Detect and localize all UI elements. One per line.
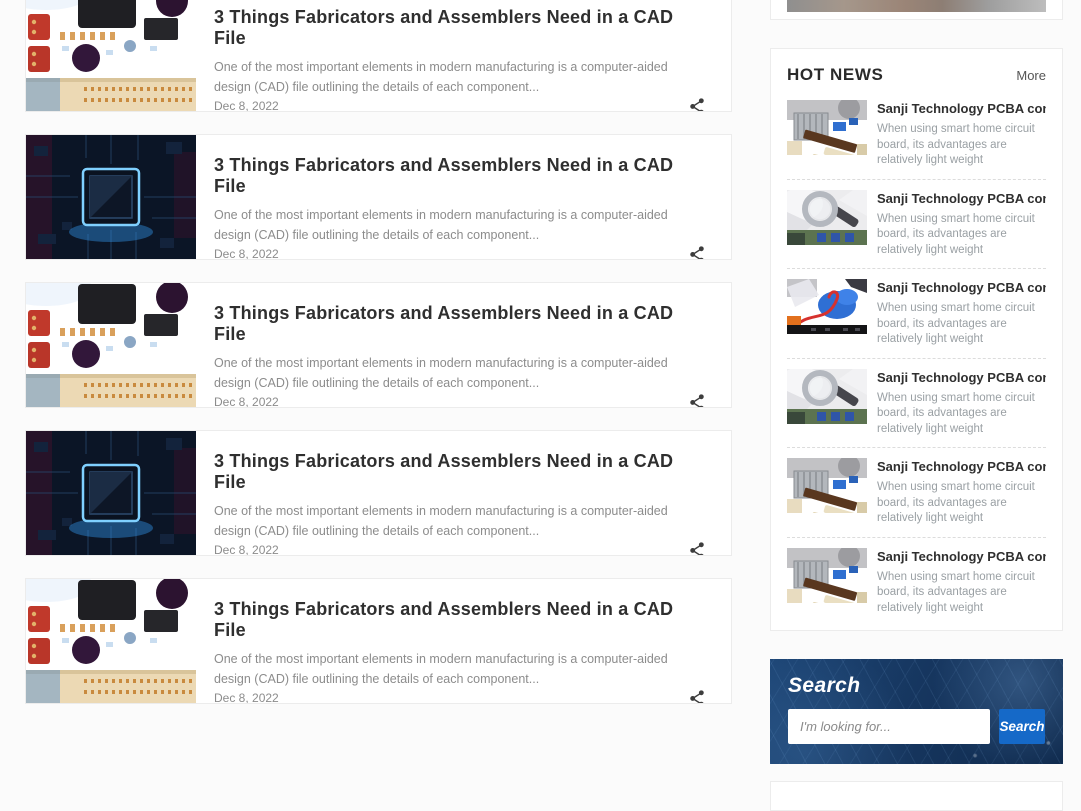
hot-news-panel: HOT NEWS More Sanji Technology PCBA cont… [770,48,1063,631]
share-icon[interactable] [689,245,705,260]
share-icon[interactable] [689,541,705,556]
hot-news-desc: When using smart home circuit board, its… [877,480,1046,527]
article-excerpt: One of the most important elements in mo… [214,205,705,245]
cut-off-image [787,0,1046,12]
search-button[interactable]: Search [999,709,1045,744]
article-date: Dec 8, 2022 [214,99,279,112]
sidebar-bottom-panel [770,781,1063,811]
article-date: Dec 8, 2022 [214,247,279,260]
article-date: Dec 8, 2022 [214,395,279,408]
hot-news-thumbnail-magnifier[interactable] [787,369,867,424]
article-excerpt: One of the most important elements in mo… [214,57,705,97]
hot-news-thumbnail-motherboard[interactable] [787,100,867,155]
hot-news-desc: When using smart home circuit board, its… [877,301,1046,348]
hot-news-desc: When using smart home circuit board, its… [877,212,1046,259]
sidebar-top-panel [770,0,1063,20]
share-icon[interactable] [689,689,705,704]
search-panel: Search Search [770,659,1063,764]
hot-news-item[interactable]: Sanji Technology PCBA control... When us… [787,537,1046,617]
article-title[interactable]: 3 Things Fabricators and Assemblers Need… [214,303,705,345]
article-card[interactable]: 3 Things Fabricators and Assemblers Need… [25,134,732,260]
article-title[interactable]: 3 Things Fabricators and Assemblers Need… [214,599,705,641]
article-excerpt: One of the most important elements in mo… [214,353,705,393]
article-title[interactable]: 3 Things Fabricators and Assemblers Need… [214,451,705,493]
article-title[interactable]: 3 Things Fabricators and Assemblers Need… [214,155,705,197]
hot-news-title[interactable]: Sanji Technology PCBA control... [877,370,1046,385]
search-heading: Search [788,674,1045,698]
sidebar: HOT NEWS More Sanji Technology PCBA cont… [770,0,1063,811]
article-title[interactable]: 3 Things Fabricators and Assemblers Need… [214,7,705,49]
hot-news-title[interactable]: Sanji Technology PCBA control... [877,459,1046,474]
hot-news-desc: When using smart home circuit board, its… [877,570,1046,617]
article-excerpt: One of the most important elements in mo… [214,501,705,541]
hot-news-desc: When using smart home circuit board, its… [877,391,1046,438]
hot-news-item[interactable]: Sanji Technology PCBA control... When us… [787,268,1046,348]
article-list: 3 Things Fabricators and Assemblers Need… [25,0,732,726]
article-thumbnail-blue-pcb[interactable] [26,283,196,407]
article-thumbnail-glowing-chip[interactable] [26,135,196,259]
search-input[interactable] [788,709,990,744]
article-card[interactable]: 3 Things Fabricators and Assemblers Need… [25,282,732,408]
article-thumbnail-blue-pcb[interactable] [26,579,196,703]
hot-news-title[interactable]: Sanji Technology PCBA control... [877,101,1046,116]
hot-news-title[interactable]: Sanji Technology PCBA control... [877,549,1046,564]
hot-news-heading: HOT NEWS [787,65,883,85]
article-card[interactable]: 3 Things Fabricators and Assemblers Need… [25,0,732,112]
more-link[interactable]: More [1016,68,1046,83]
share-icon[interactable] [689,97,705,112]
hot-news-item[interactable]: Sanji Technology PCBA control... When us… [787,179,1046,259]
article-date: Dec 8, 2022 [214,543,279,556]
hot-news-thumbnail-motherboard[interactable] [787,458,867,513]
hot-news-title[interactable]: Sanji Technology PCBA control... [877,191,1046,206]
article-thumbnail-blue-pcb[interactable] [26,0,196,111]
hot-news-item[interactable]: Sanji Technology PCBA control... When us… [787,100,1046,169]
article-date: Dec 8, 2022 [214,691,279,704]
hot-news-desc: When using smart home circuit board, its… [877,122,1046,169]
share-icon[interactable] [689,393,705,408]
hot-news-thumbnail-magnifier[interactable] [787,190,867,245]
article-excerpt: One of the most important elements in mo… [214,649,705,689]
hot-news-title[interactable]: Sanji Technology PCBA control... [877,280,1046,295]
hot-news-item[interactable]: Sanji Technology PCBA control... When us… [787,358,1046,438]
hot-news-thumbnail-motherboard[interactable] [787,548,867,603]
hot-news-thumbnail-glove[interactable] [787,279,867,334]
article-thumbnail-glowing-chip[interactable] [26,431,196,555]
article-card[interactable]: 3 Things Fabricators and Assemblers Need… [25,430,732,556]
hot-news-item[interactable]: Sanji Technology PCBA control... When us… [787,447,1046,527]
article-card[interactable]: 3 Things Fabricators and Assemblers Need… [25,578,732,704]
